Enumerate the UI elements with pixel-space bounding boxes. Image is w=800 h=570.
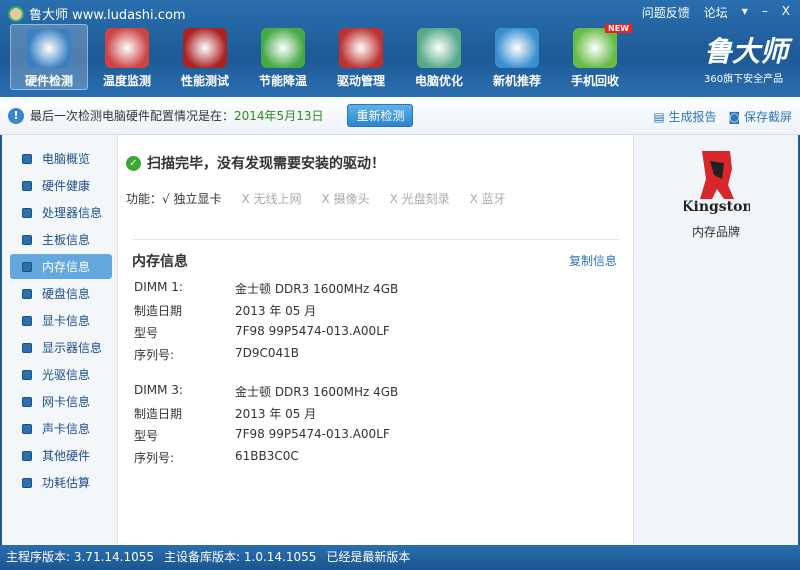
sidebar-item-9[interactable]: 网卡信息 — [10, 389, 112, 414]
section-title: 内存信息 — [132, 254, 188, 270]
sidebar-item-2[interactable]: 处理器信息 — [10, 200, 112, 225]
app-title: 鲁大师 www.ludashi.com — [8, 4, 186, 23]
sidebar-item-5[interactable]: 硬盘信息 — [10, 281, 112, 306]
bullet-icon — [22, 153, 32, 164]
kingston-logo: Kingston — [684, 151, 750, 215]
scan-result: ✓ 扫描完毕，没有发现需要安装的驱动！ — [126, 153, 385, 173]
brand-label: 内存品牌 — [691, 225, 740, 239]
status-text: 主设备库版本: 1.0.14.1055 — [164, 550, 317, 564]
toolbar-icon — [183, 28, 227, 68]
sidebar-item-11[interactable]: 其他硬件 — [10, 443, 112, 468]
bullet-icon — [22, 477, 32, 488]
svg-text:Kingston: Kingston — [684, 199, 750, 215]
feature-item: X 摄像头 — [321, 192, 370, 206]
new-badge: NEW — [605, 24, 632, 33]
info-row: DIMM 3: 金士顿 DDR3 1600MHz 4GB — [134, 383, 399, 399]
generate-report-button[interactable]: ▤ 生成报告 — [653, 108, 716, 125]
feedback-link[interactable]: 问题反馈 — [642, 4, 690, 21]
sidebar-item-1[interactable]: 硬件健康 — [10, 173, 112, 198]
bullet-icon — [22, 180, 32, 191]
check-icon: ✓ — [126, 155, 141, 171]
menu-icon[interactable]: ▾ — [742, 4, 748, 21]
info-row: 型号 7F98 99P5474-013.A00LF — [134, 324, 390, 340]
feature-item: √ 独立显卡 — [162, 192, 222, 206]
sidebar-item-4[interactable]: 内存信息 — [10, 254, 112, 279]
divider — [132, 239, 619, 240]
last-check-date: 2014年5月13日 — [234, 109, 324, 123]
sidebar-item-0[interactable]: 电脑概览 — [10, 146, 112, 171]
recheck-button[interactable]: 重新检测 — [347, 104, 414, 127]
toolbar-tab-4[interactable]: 驱动管理 — [322, 24, 400, 90]
bullet-icon — [22, 342, 32, 353]
status-text: 已经是最新版本 — [326, 550, 411, 564]
toolbar-tab-0[interactable]: 硬件检测 — [10, 24, 88, 90]
brand-logo: 鲁大师 360旗下安全产品 — [703, 35, 788, 85]
info-row: 型号 7F98 99P5474-013.A00LF — [134, 427, 390, 443]
sidebar: 电脑概览 硬件健康 处理器信息 主板信息 内存信息 硬盘信息 显卡信息 显示器信息 光驱信息 网卡… — [0, 135, 118, 545]
toolbar-icon — [27, 29, 71, 68]
main-panel: ✓ 扫描完毕，没有发现需要安装的驱动！ 功能： √ 独立显卡 X 无线上网 X 摄像头 X… — [118, 135, 633, 545]
close-button[interactable]: X — [782, 4, 790, 21]
bullet-icon — [22, 207, 32, 218]
bullet-icon — [22, 450, 32, 461]
sidebar-item-12[interactable]: 功耗估算 — [10, 470, 112, 495]
status-bar: 主程序版本: 3.71.14.1055 主设备库版本: 1.0.14.1055 已经… — [0, 545, 800, 570]
toolbar-icon — [417, 28, 461, 68]
status-text: 主程序版本: 3.71.14.1055 — [6, 550, 155, 564]
toolbar-tab-6[interactable]: 新机推荐 — [478, 24, 556, 90]
app-logo-icon — [8, 5, 24, 22]
sidebar-item-6[interactable]: 显卡信息 — [10, 308, 112, 333]
features: 功能： √ 独立显卡 X 无线上网 X 摄像头 X 光盘刻录 X 蓝牙 — [126, 192, 506, 206]
info-bar: ! 最后一次检测电脑硬件配置情况是在： 2014年5月13日 重新检测 ▤ 生成报… — [0, 97, 800, 135]
bullet-icon — [22, 423, 32, 434]
toolbar-tab-7[interactable]: 手机回收 NEW — [556, 24, 634, 90]
bullet-icon — [22, 288, 32, 299]
toolbar-icon — [495, 28, 539, 68]
feature-item: X 光盘刻录 — [389, 192, 450, 206]
info-row: 序列号: 7D9C041B — [134, 346, 300, 362]
sidebar-item-10[interactable]: 声卡信息 — [10, 416, 112, 441]
brand-panel: Kingston 内存品牌 — [633, 135, 800, 545]
info-row: 序列号: 61BB3C0C — [134, 449, 299, 465]
toolbar-tab-3[interactable]: 节能降温 — [244, 24, 322, 90]
info-row: 制造日期 2013 年 05 月 — [134, 407, 317, 421]
info-row: 制造日期 2013 年 05 月 — [134, 304, 317, 318]
feature-item: X 无线上网 — [241, 192, 302, 206]
toolbar-icon — [261, 28, 305, 68]
bullet-icon — [22, 369, 32, 380]
sidebar-item-3[interactable]: 主板信息 — [10, 227, 112, 252]
forum-link[interactable]: 论坛 — [704, 4, 728, 21]
toolbar-icon — [573, 28, 617, 68]
toolbar-tab-1[interactable]: 温度监测 — [88, 24, 166, 90]
toolbar-tab-2[interactable]: 性能测试 — [166, 24, 244, 90]
info-row: DIMM 1: 金士顿 DDR3 1600MHz 4GB — [134, 280, 399, 296]
sidebar-item-7[interactable]: 显示器信息 — [10, 335, 112, 360]
info-icon: ! — [8, 107, 24, 124]
feature-item: X 蓝牙 — [469, 192, 506, 206]
save-screenshot-button[interactable]: ◙ 保存截屏 — [729, 108, 792, 125]
toolbar-icon — [339, 28, 383, 68]
toolbar-tab-5[interactable]: 电脑优化 — [400, 24, 478, 90]
header: 鲁大师 www.ludashi.com 问题反馈 论坛 ▾ – X 硬件检测 温度… — [0, 0, 800, 97]
minimize-button[interactable]: – — [762, 4, 768, 21]
bullet-icon — [22, 261, 32, 272]
copy-info-link[interactable]: 复制信息 — [569, 252, 617, 269]
bullet-icon — [22, 396, 32, 407]
bullet-icon — [22, 234, 32, 245]
toolbar-icon — [105, 28, 149, 68]
bullet-icon — [22, 315, 32, 326]
sidebar-item-8[interactable]: 光驱信息 — [10, 362, 112, 387]
